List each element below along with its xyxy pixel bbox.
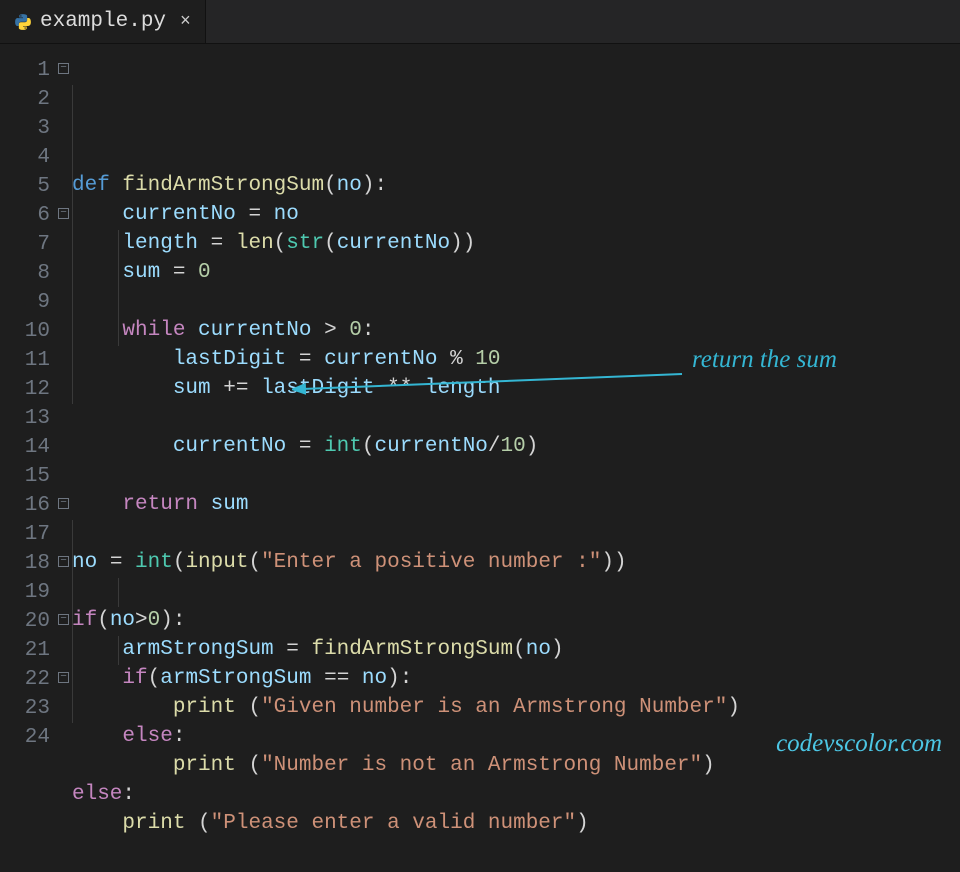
annotation-return-sum: return the sum: [692, 346, 837, 374]
line-number: 6−: [0, 201, 72, 230]
line-number: 22−: [0, 665, 72, 694]
indent-guide: [72, 520, 73, 723]
line-number: 8: [0, 259, 72, 288]
line-number: 19: [0, 578, 72, 607]
code-line[interactable]: def findArmStrongSum(no):: [72, 171, 960, 200]
fold-icon[interactable]: −: [58, 672, 69, 683]
code-line[interactable]: sum += lastDigit ** length: [72, 374, 960, 403]
code-line[interactable]: if(no>0):: [72, 606, 960, 635]
line-number: 9: [0, 288, 72, 317]
code-area[interactable]: return the sum def findArmStrongSum(no):…: [72, 44, 960, 766]
code-line[interactable]: armStrongSum = findArmStrongSum(no): [72, 635, 960, 664]
line-number: 15: [0, 462, 72, 491]
code-line[interactable]: else:: [72, 780, 960, 809]
line-number: 20−: [0, 607, 72, 636]
line-number: 14: [0, 433, 72, 462]
line-gutter: 1−23456−78910111213141516−1718−1920−2122…: [0, 44, 72, 766]
code-line[interactable]: print ("Given number is an Armstrong Num…: [72, 693, 960, 722]
tab-example-py[interactable]: example.py ×: [0, 0, 206, 43]
python-icon: [14, 13, 32, 31]
line-number: 24: [0, 723, 72, 752]
code-line[interactable]: length = len(str(currentNo)): [72, 229, 960, 258]
close-icon[interactable]: ×: [180, 12, 191, 32]
line-number: 3: [0, 114, 72, 143]
indent-guide: [118, 578, 119, 607]
indent-guide: [118, 636, 119, 665]
code-line[interactable]: currentNo = no: [72, 200, 960, 229]
line-number: 12: [0, 375, 72, 404]
code-line[interactable]: [72, 287, 960, 316]
line-number: 21: [0, 636, 72, 665]
code-line[interactable]: [72, 838, 960, 867]
indent-guide: [72, 85, 73, 404]
line-number: 7: [0, 230, 72, 259]
tab-label: example.py: [40, 10, 166, 33]
line-number: 13: [0, 404, 72, 433]
code-line[interactable]: [72, 577, 960, 606]
line-number: 18−: [0, 549, 72, 578]
code-line[interactable]: if(armStrongSum == no):: [72, 664, 960, 693]
code-line[interactable]: [72, 519, 960, 548]
line-number: 10: [0, 317, 72, 346]
line-number: 23: [0, 694, 72, 723]
code-line[interactable]: print ("Please enter a valid number"): [72, 809, 960, 838]
fold-icon[interactable]: −: [58, 208, 69, 219]
code-line[interactable]: no = int(input("Enter a positive number …: [72, 548, 960, 577]
code-line[interactable]: sum = 0: [72, 258, 960, 287]
watermark: codevscolor.com: [776, 730, 942, 758]
fold-icon[interactable]: −: [58, 63, 69, 74]
code-line[interactable]: while currentNo > 0:: [72, 316, 960, 345]
line-number: 11: [0, 346, 72, 375]
line-number: 4: [0, 143, 72, 172]
line-number: 5: [0, 172, 72, 201]
line-number: 2: [0, 85, 72, 114]
indent-guide: [118, 230, 119, 346]
fold-icon[interactable]: −: [58, 614, 69, 625]
fold-icon[interactable]: −: [58, 556, 69, 567]
code-editor[interactable]: 1−23456−78910111213141516−1718−1920−2122…: [0, 44, 960, 766]
code-line[interactable]: return sum: [72, 490, 960, 519]
line-number: 1−: [0, 56, 72, 85]
tab-bar: example.py ×: [0, 0, 960, 44]
code-line[interactable]: [72, 461, 960, 490]
code-line[interactable]: currentNo = int(currentNo/10): [72, 432, 960, 461]
code-line[interactable]: [72, 403, 960, 432]
fold-icon[interactable]: −: [58, 498, 69, 509]
line-number: 17: [0, 520, 72, 549]
line-number: 16−: [0, 491, 72, 520]
